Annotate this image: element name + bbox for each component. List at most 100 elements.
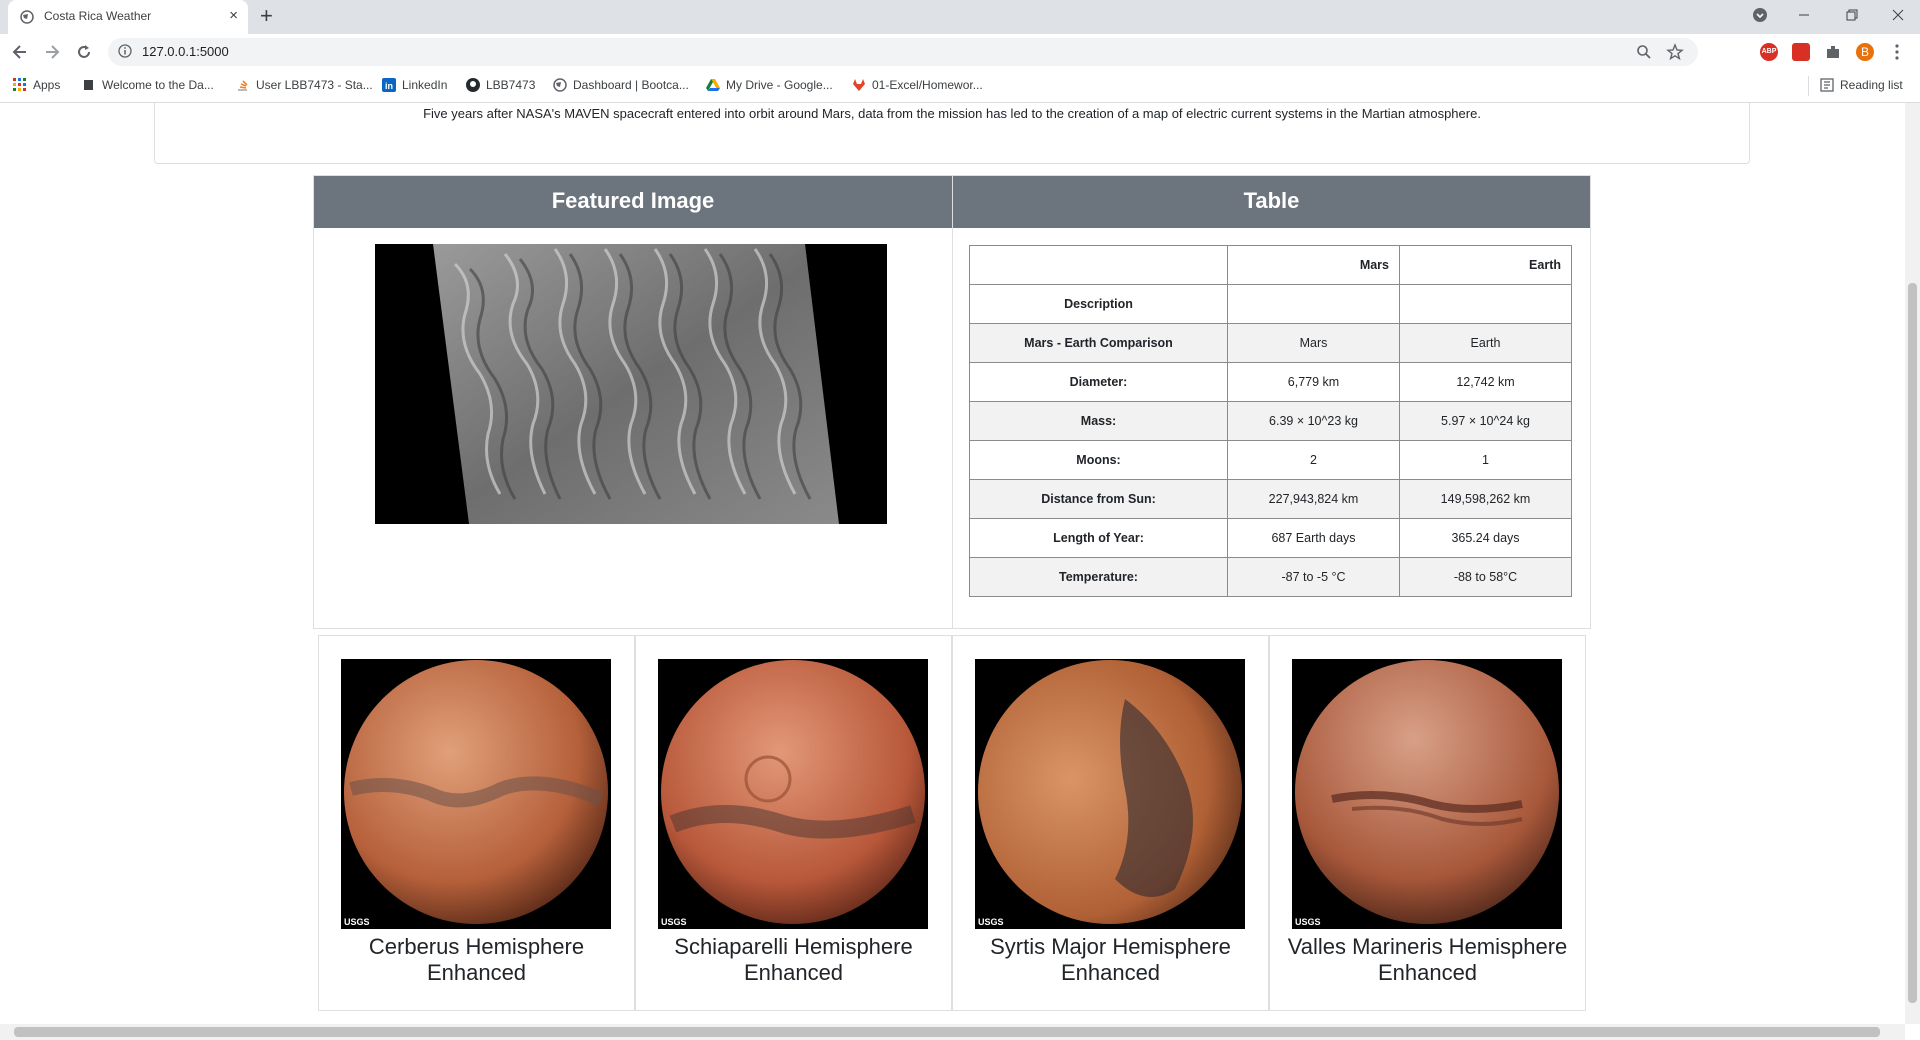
earth-value: 12,742 km [1399,362,1572,402]
close-window-icon[interactable] [1892,0,1904,30]
hemisphere-card-valles-marineris: USGS Valles Marineris Hemisphere Enhance… [1269,635,1586,1011]
bookmark-google-drive[interactable]: My Drive - Google... [706,78,833,92]
url-text: 127.0.0.1:5000 [142,44,229,59]
hemisphere-title[interactable]: Schiaparelli Hemisphere Enhanced [636,934,951,986]
reload-icon[interactable] [74,42,94,62]
mars-value: 6,779 km [1227,362,1400,402]
bookmark-apps[interactable]: Apps [13,78,60,92]
zoom-icon[interactable] [1636,44,1652,60]
usgs-logo: USGS [1295,917,1321,927]
news-paragraph: Five years after NASA's MAVEN spacecraft… [423,106,1481,121]
svg-text:in: in [385,81,393,91]
table-row: Diameter: 6,779 km 12,742 km [969,362,1572,402]
hemisphere-image[interactable]: USGS [341,659,611,929]
earth-value: 365.24 days [1399,518,1572,558]
bookmark-stackoverflow[interactable]: User LBB7473 - Sta... [236,78,373,92]
tab-search-icon[interactable] [1752,0,1768,30]
globe-icon [20,10,34,24]
page-viewport: Five years after NASA's MAVEN spacecraft… [0,103,1905,1024]
bookmark-label: My Drive - Google... [726,78,833,92]
bookmarks-bar: Apps Welcome to the Da... User LBB7473 -… [0,70,1920,103]
mars-value: Mars [1227,323,1400,363]
gitlab-icon [853,79,865,91]
tab-title: Costa Rica Weather [44,9,152,23]
bookmark-label: LinkedIn [402,78,448,92]
mars-earth-table: Mars Earth Description Mars - Earth Comp… [969,245,1572,597]
news-card: Five years after NASA's MAVEN spacecraft… [154,103,1750,164]
vertical-scrollbar[interactable] [1905,103,1920,1024]
row-label: Mars - Earth Comparison [969,323,1228,363]
minimize-icon[interactable] [1798,0,1810,30]
hemisphere-image[interactable]: USGS [658,659,928,929]
table-row: Length of Year: 687 Earth days 365.24 days [969,518,1572,558]
reading-list-icon [1820,78,1834,92]
table-header: Table [953,176,1590,228]
address-bar[interactable]: 127.0.0.1:5000 [108,38,1698,66]
hemisphere-title[interactable]: Cerberus Hemisphere Enhanced [319,934,634,986]
hemisphere-title[interactable]: Syrtis Major Hemisphere Enhanced [953,934,1268,986]
menu-kebab-icon[interactable] [1888,43,1906,61]
bookmark-star-icon[interactable] [1666,43,1684,61]
bookmark-gitlab[interactable]: 01-Excel/Homewor... [852,78,983,92]
site-info-icon[interactable] [118,44,132,58]
mars-value: 227,943,824 km [1227,479,1400,519]
featured-image[interactable] [375,244,887,524]
pdf-extension-icon[interactable] [1792,43,1810,61]
extensions-puzzle-icon[interactable] [1824,43,1842,61]
bookmark-linkedin[interactable]: in LinkedIn [382,78,447,92]
back-icon[interactable] [10,42,30,62]
close-tab-icon[interactable]: × [229,8,238,24]
row-label: Diameter: [969,362,1228,402]
hemisphere-card-cerberus: USGS Cerberus Hemisphere Enhanced [318,635,635,1011]
new-tab-button[interactable]: + [260,5,273,27]
featured-image-panel: Featured Image [313,175,953,629]
bookmark-github[interactable]: LBB7473 [466,78,535,92]
horizontal-scroll-thumb[interactable] [14,1027,1880,1037]
table-row: Distance from Sun: 227,943,824 km 149,598,… [969,479,1572,519]
mars-value: 6.39 × 10^23 kg [1227,401,1400,441]
hemisphere-card-schiaparelli: USGS Schiaparelli Hemisphere Enhanced [635,635,952,1011]
horizontal-scrollbar[interactable] [0,1024,1905,1040]
bookmarks-divider [1808,76,1809,96]
table-panel: Table Mars Earth Description Mars - Eart… [952,175,1591,629]
table-corner-cell [969,245,1228,285]
column-header-earth: Earth [1399,245,1572,285]
row-label: Moons: [969,440,1228,480]
row-label: Mass: [969,401,1228,441]
earth-value: 1 [1399,440,1572,480]
bookmark-label: Welcome to the Da... [102,78,214,92]
google-drive-icon [706,79,720,91]
reading-list-label: Reading list [1840,78,1903,92]
table-row: Mass: 6.39 × 10^23 kg 5.97 × 10^24 kg [969,401,1572,441]
adblock-extension-icon[interactable]: ABP [1760,43,1778,61]
usgs-logo: USGS [661,917,687,927]
browser-toolbar: 127.0.0.1:5000 ABP B [0,34,1920,70]
hemisphere-title[interactable]: Valles Marineris Hemisphere Enhanced [1270,934,1585,986]
reading-list-button[interactable]: Reading list [1820,78,1903,92]
bookmark-label: User LBB7473 - Sta... [256,78,373,92]
table-row: Description [969,284,1572,324]
hemisphere-image[interactable]: USGS [975,659,1245,929]
earth-value [1399,284,1572,324]
mars-value: 2 [1227,440,1400,480]
table-row: Temperature: -87 to -5 °C -88 to 58°C [969,557,1572,597]
row-label: Length of Year: [969,518,1228,558]
earth-value: 5.97 × 10^24 kg [1399,401,1572,441]
profile-avatar[interactable]: B [1856,43,1874,61]
bookmark-label: Apps [33,78,61,92]
linkedin-icon: in [382,78,396,92]
bookmark-welcome[interactable]: Welcome to the Da... [82,78,214,92]
github-icon [466,78,480,92]
bookmark-label: 01-Excel/Homewor... [872,78,983,92]
table-row: Mars - Earth Comparison Mars Earth [969,323,1572,363]
book-icon [84,80,93,90]
restore-icon[interactable] [1846,0,1858,30]
row-label: Description [969,284,1228,324]
hemisphere-image[interactable]: USGS [1292,659,1562,929]
forward-icon[interactable] [42,42,62,62]
browser-tab[interactable]: Costa Rica Weather × [8,0,248,34]
column-header-mars: Mars [1227,245,1400,285]
table-header-row: Mars Earth [969,245,1572,285]
bookmark-dashboard[interactable]: Dashboard | Bootca... [553,78,689,92]
vertical-scroll-thumb[interactable] [1908,283,1917,1003]
